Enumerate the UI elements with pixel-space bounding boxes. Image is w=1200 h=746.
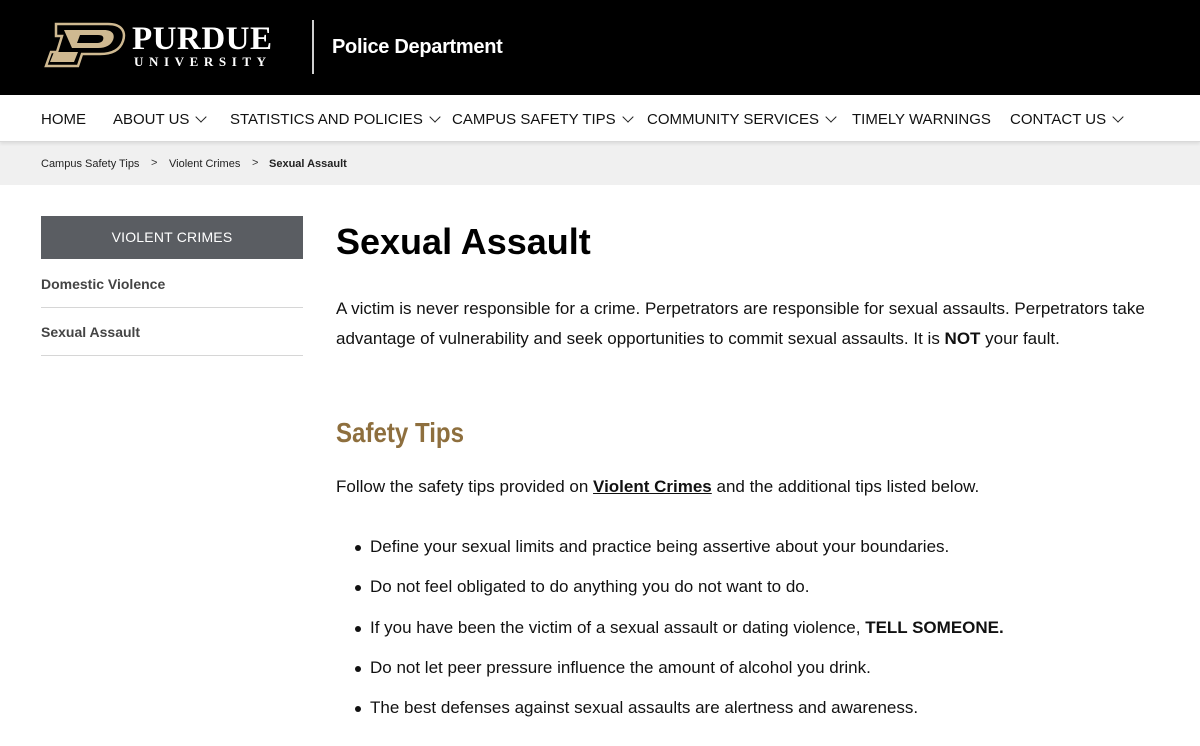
purdue-logo[interactable]: PURDUE UNIVERSITY <box>42 22 282 72</box>
header-divider <box>312 20 314 74</box>
list-item: Define your sexual limits and practice b… <box>336 536 1176 576</box>
chevron-down-icon <box>195 111 208 123</box>
nav-timely-warnings[interactable]: TIMELY WARNINGS <box>852 111 991 129</box>
nav-label: HOME <box>41 111 86 128</box>
safety-tips-heading: Safety Tips <box>336 417 465 448</box>
nav-campus-safety-tips[interactable]: CAMPUS SAFETY TIPS <box>452 111 634 129</box>
nav-statistics-and-policies[interactable]: STATISTICS AND POLICIES <box>230 111 441 129</box>
sidebar-item-sexual-assault[interactable]: Sexual Assault <box>41 308 303 356</box>
follow-text-end: and the additional tips listed below. <box>711 477 980 496</box>
nav-label: COMMUNITY SERVICES <box>647 111 819 128</box>
tip-text: The best defenses against sexual assault… <box>370 698 919 718</box>
department-title[interactable]: Police Department <box>332 35 503 59</box>
sidebar-header[interactable]: VIOLENT CRIMES <box>41 216 303 259</box>
page-title: Sexual Assault <box>336 221 591 262</box>
breadcrumb-separator: > <box>252 157 259 169</box>
safety-tips-list: Define your sexual limits and practice b… <box>336 536 1176 737</box>
list-item: The best defenses against sexual assault… <box>336 697 1176 737</box>
nav-label: CAMPUS SAFETY TIPS <box>452 111 616 128</box>
nav-label: STATISTICS AND POLICIES <box>230 111 423 128</box>
nav-label: TIMELY WARNINGS <box>852 111 991 128</box>
chevron-down-icon <box>1112 111 1124 123</box>
chevron-down-icon <box>825 111 837 123</box>
logo-wordmark: PURDUE <box>132 21 273 57</box>
nav-contact-us[interactable]: CONTACT US <box>1010 111 1124 129</box>
list-item: If you have been the victim of a sexual … <box>336 617 1176 657</box>
breadcrumb-violent-crimes[interactable]: Violent Crimes <box>169 158 240 171</box>
intro-end: your fault. <box>980 328 1060 348</box>
nav-label: CONTACT US <box>1010 111 1107 128</box>
main-navigation: HOME ABOUT US STATISTICS AND POLICIES CA… <box>0 95 1200 142</box>
breadcrumb-separator: > <box>151 157 158 169</box>
chevron-down-icon <box>429 111 441 123</box>
intro-emphasis: NOT <box>944 328 981 348</box>
logo-subtitle: UNIVERSITY <box>134 54 272 69</box>
list-item: Do not feel obligated to do anything you… <box>336 576 1176 616</box>
follow-paragraph: Follow the safety tips provided on Viole… <box>336 476 979 498</box>
nav-community-services[interactable]: COMMUNITY SERVICES <box>647 111 837 129</box>
breadcrumb-current: Sexual Assault <box>269 158 347 170</box>
breadcrumb: Campus Safety Tips > Violent Crimes > Se… <box>0 142 1200 185</box>
intro-paragraph: A victim is never responsible for a crim… <box>336 294 1156 353</box>
tip-text: If you have been the victim of a sexual … <box>370 617 866 637</box>
violent-crimes-link[interactable]: Violent Crimes <box>593 477 712 496</box>
nav-home[interactable]: HOME <box>41 111 86 129</box>
breadcrumb-campus-safety-tips[interactable]: Campus Safety Tips <box>41 158 139 171</box>
purdue-p-logo-icon <box>44 22 126 68</box>
tip-text: Define your sexual limits and practice b… <box>370 537 950 556</box>
list-item: Do not let peer pressure influence the a… <box>336 657 1176 697</box>
tip-text: Do not let peer pressure influence the a… <box>370 657 871 677</box>
chevron-down-icon <box>621 111 634 123</box>
tip-emphasis: TELL SOMEONE. <box>865 617 1004 637</box>
nav-label: ABOUT US <box>113 111 190 128</box>
tip-text: Do not feel obligated to do anything you… <box>370 577 810 597</box>
follow-text: Follow the safety tips provided on <box>336 477 594 496</box>
sidebar-item-domestic-violence[interactable]: Domestic Violence <box>41 260 303 308</box>
nav-about-us[interactable]: ABOUT US <box>113 111 208 129</box>
site-header: PURDUE UNIVERSITY Police Department <box>0 0 1200 95</box>
